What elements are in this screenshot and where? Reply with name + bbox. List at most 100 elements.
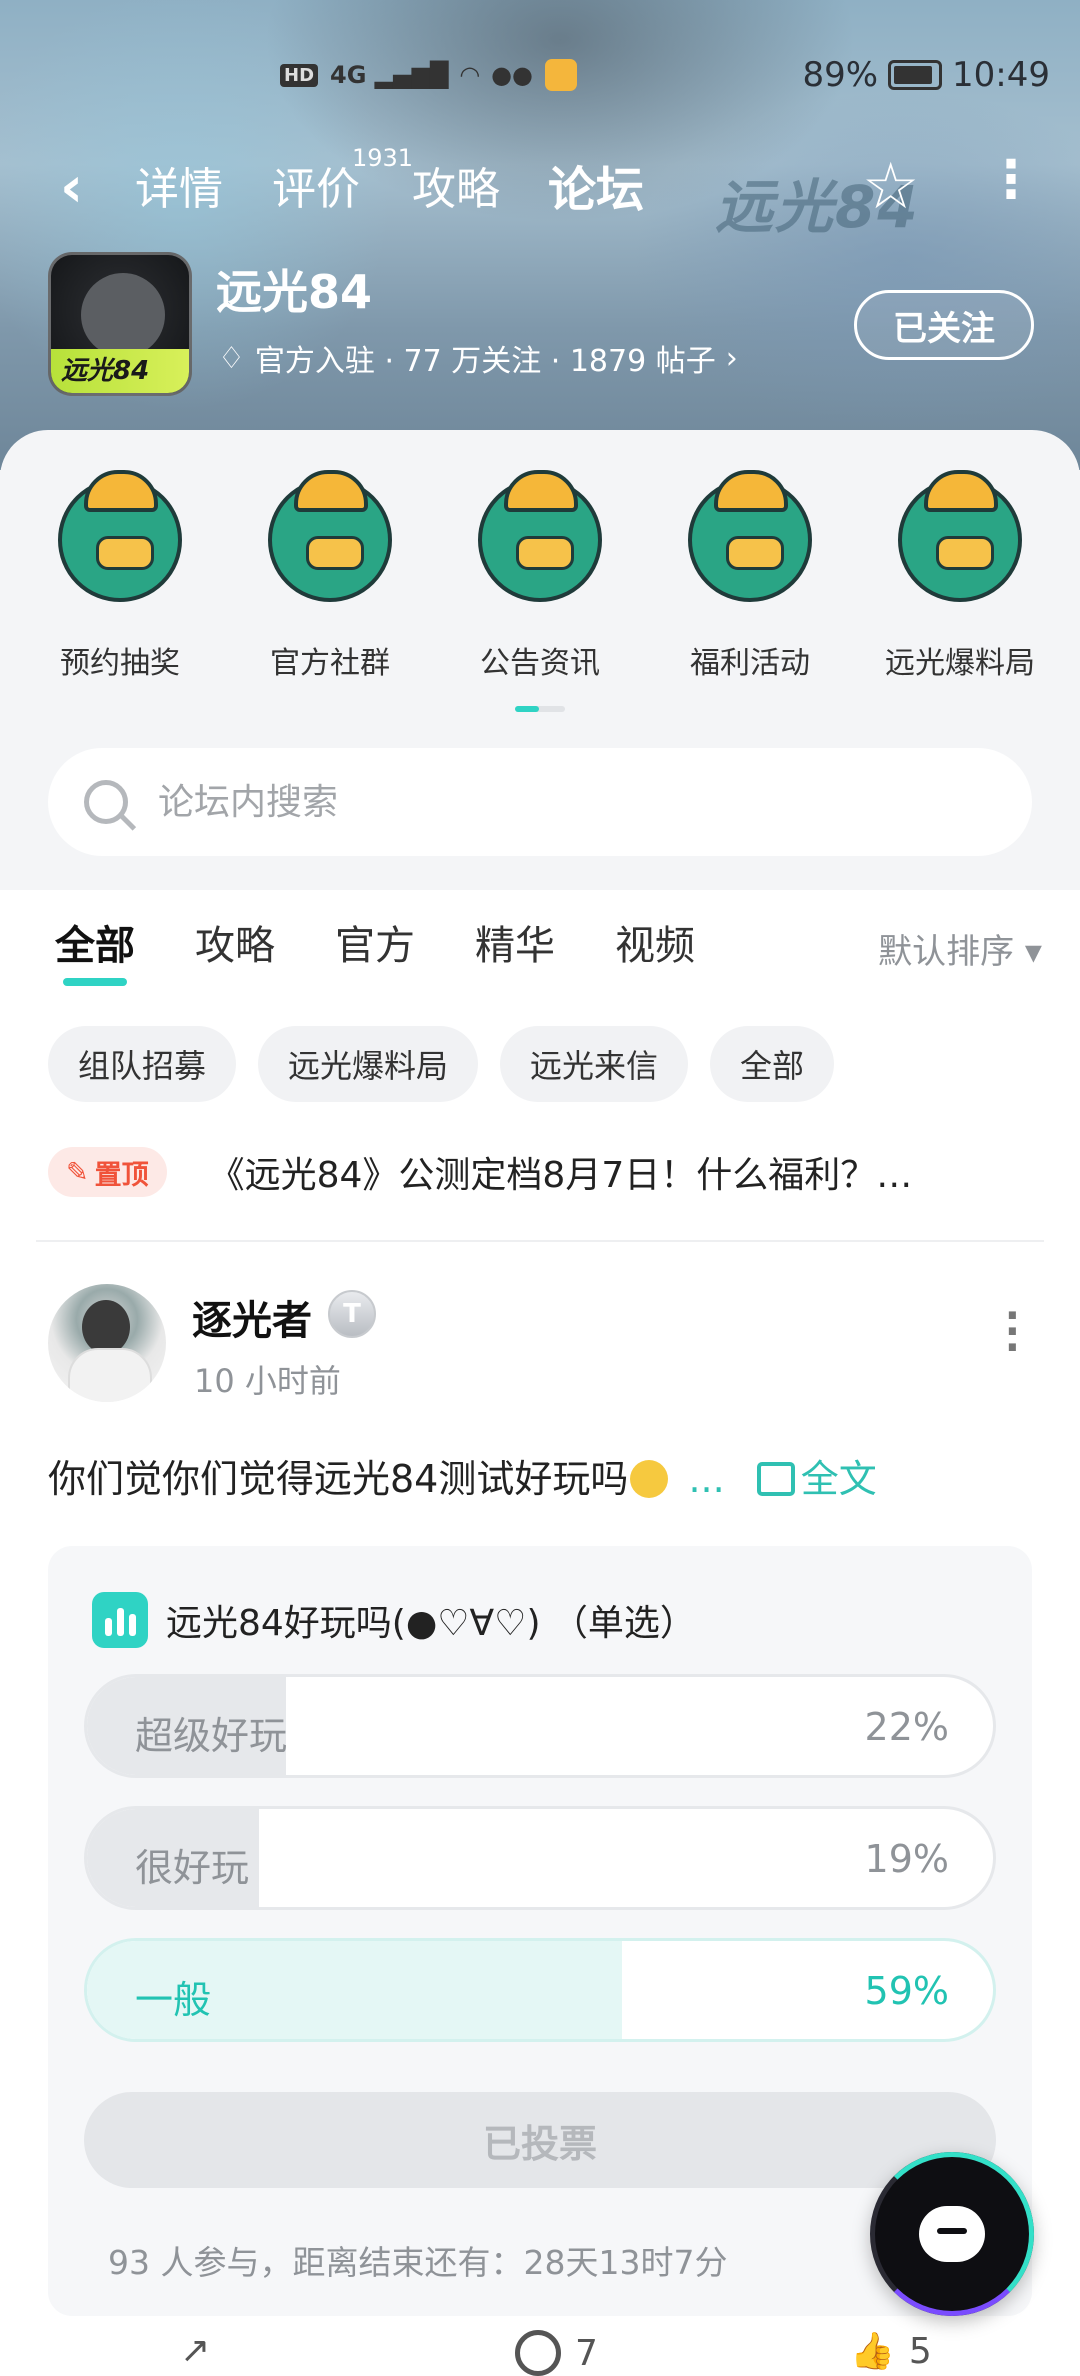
bar-chart-icon xyxy=(92,1592,148,1648)
mascot-icon xyxy=(58,470,182,602)
chip-letters[interactable]: 远光来信 xyxy=(500,1026,689,1102)
game-app-icon[interactable]: 远光84 xyxy=(48,252,192,396)
chip-all[interactable]: 全部 xyxy=(710,1026,835,1102)
pinned-badge: ✎ 置顶 xyxy=(48,1147,167,1197)
pinned-post[interactable]: ✎ 置顶 《远光84》公测定档8月7日！什么福利？… xyxy=(48,1142,1032,1202)
comment-count: 7 xyxy=(575,2332,598,2374)
comment-button[interactable]: 7 xyxy=(515,2330,598,2376)
chat-floating-button[interactable] xyxy=(870,2152,1034,2316)
chip-leaks[interactable]: 远光爆料局 xyxy=(258,1026,479,1102)
share-icon: ↗ xyxy=(180,2330,211,2371)
tab-reviews[interactable]: 评价 xyxy=(272,160,360,220)
game-meta-text: 官方入驻 · 77 万关注 · 1879 帖子 xyxy=(254,344,716,379)
pinned-badge-label: 置顶 xyxy=(94,1159,149,1191)
chevron-right-icon: › xyxy=(725,340,738,376)
poll-option[interactable]: 超级好玩 22% xyxy=(84,1674,996,1778)
game-name: 远光84 xyxy=(216,265,373,319)
pin-icon: ✎ xyxy=(66,1156,89,1188)
forum-panel: 预约抽奖 官方社群 公告资讯 福利活动 远光爆料局 xyxy=(0,430,1080,890)
tab-details[interactable]: 详情 xyxy=(135,160,223,220)
full-text-link[interactable]: 全文 xyxy=(756,1457,877,1501)
divider xyxy=(36,1240,1044,1242)
mascot-icon xyxy=(688,470,812,602)
poll-option-percent: 59% xyxy=(864,1969,949,2013)
post-time: 10 小时前 xyxy=(194,1362,341,1400)
category-label: 官方社群 xyxy=(270,646,390,681)
poll-option-percent: 19% xyxy=(864,1837,949,1881)
diamond-icon: ♢ xyxy=(218,340,245,376)
poll-option[interactable]: 很好玩 19% xyxy=(84,1806,996,1910)
post-text-content: 你们觉你们觉得远光84测试好玩吗 xyxy=(48,1457,629,1501)
category-community[interactable]: 官方社群 xyxy=(230,470,430,682)
cellular-signal-icon: 4G ▂▄▆█ xyxy=(330,61,449,89)
category-benefits[interactable]: 福利活动 xyxy=(650,470,850,682)
status-bar-left: HD 4G ▂▄▆█ ◠ ●● xyxy=(280,52,577,98)
poll-option-selected[interactable]: 一般 59% xyxy=(84,1938,996,2042)
feed-tab-all[interactable]: 全部 xyxy=(55,916,135,986)
game-meta[interactable]: ♢ 官方入驻 · 77 万关注 · 1879 帖子 › xyxy=(218,336,738,380)
voted-button[interactable]: 已投票 xyxy=(84,2092,996,2188)
ellipsis: ... xyxy=(688,1457,725,1501)
clock: 10:49 xyxy=(952,55,1050,95)
sort-label: 默认排序 xyxy=(878,932,1015,972)
category-announcements[interactable]: 公告资讯 xyxy=(440,470,640,682)
feed-tab-official[interactable]: 官方 xyxy=(335,916,415,986)
back-arrow-icon[interactable]: ‹ xyxy=(60,158,83,218)
like-button[interactable]: 👍 5 xyxy=(850,2330,932,2373)
category-lottery[interactable]: 预约抽奖 xyxy=(20,470,220,682)
wifi-icon: ◠ xyxy=(460,61,480,89)
battery-percent: 89% xyxy=(802,55,879,95)
tab-guides[interactable]: 攻略 xyxy=(412,160,500,220)
poll-option-label: 一般 xyxy=(135,1978,212,2022)
poll-title: 远光84好玩吗(●♡∀♡) （单选） xyxy=(166,1603,696,1644)
feed-filter-tabs: 全部 攻略 官方 精华 视频 xyxy=(55,916,695,986)
sort-dropdown[interactable]: 默认排序 ▾ xyxy=(878,924,1042,973)
thumbs-up-icon: 👍 xyxy=(850,2331,895,2372)
forum-search-bar[interactable] xyxy=(48,748,1032,856)
feed-tab-featured[interactable]: 精华 xyxy=(475,916,555,986)
top-nav: ‹ 详情 评价 1931 攻略 论坛 远光84 ☆ ⋮ xyxy=(0,144,1080,241)
hd-icon: HD xyxy=(280,63,319,87)
favorite-star-icon[interactable]: ☆ xyxy=(862,150,919,224)
poll-footer: 93 人参与，距离结束还有：28天13时7分 xyxy=(108,2243,728,2282)
topic-chips: 组队招募 远光爆料局 远光来信 全部 xyxy=(48,1026,835,1102)
smile-emoji-icon xyxy=(630,1460,669,1498)
search-icon xyxy=(84,780,128,824)
poll-option-label: 很好玩 xyxy=(135,1846,250,1890)
chat-bubble-icon xyxy=(919,2206,985,2262)
mascot-icon xyxy=(268,470,392,602)
category-shortcuts: 预约抽奖 官方社群 公告资讯 福利活动 远光爆料局 xyxy=(0,470,1080,682)
comment-icon xyxy=(515,2330,561,2376)
follow-button[interactable]: 已关注 xyxy=(854,290,1034,360)
image-icon xyxy=(756,1462,795,1496)
category-label: 远光爆料局 xyxy=(885,646,1035,681)
feed-tab-video[interactable]: 视频 xyxy=(615,916,695,986)
category-leaks[interactable]: 远光爆料局 xyxy=(860,470,1060,682)
status-bar-right: 89% 10:49 xyxy=(802,52,1050,98)
search-input[interactable] xyxy=(158,781,958,823)
reviews-count: 1931 xyxy=(352,144,414,172)
share-button[interactable]: ↗ xyxy=(180,2330,210,2371)
post-text[interactable]: 你们觉你们觉得远光84测试好玩吗 ... 全文 xyxy=(48,1448,877,1503)
like-count: 5 xyxy=(908,2330,932,2372)
game-header-banner: HD 4G ▂▄▆█ ◠ ●● 89% 10:49 ‹ 详情 评价 1931 攻… xyxy=(0,0,1080,470)
author-name[interactable]: 逐光者 xyxy=(192,1288,312,1346)
avatar[interactable] xyxy=(48,1284,166,1402)
mascot-megaphone-icon xyxy=(898,470,1022,602)
game-info: 远光84 远光84 ♢ 官方入驻 · 77 万关注 · 1879 帖子 › 已关… xyxy=(48,252,1048,396)
poll-header: 远光84好玩吗(●♡∀♡) （单选） xyxy=(92,1592,696,1648)
poll-option-percent: 22% xyxy=(864,1705,949,1749)
category-label: 福利活动 xyxy=(690,646,810,681)
post-feed: 全部 攻略 官方 精华 视频 默认排序 ▾ 组队招募 远光爆料局 远光来信 全部… xyxy=(0,890,1080,2376)
more-vertical-icon[interactable]: ⋮ xyxy=(985,150,1037,210)
pinned-title: 《远光84》公测定档8月7日！什么福利？… xyxy=(208,1155,913,1196)
category-scroll-indicator xyxy=(515,706,565,712)
battery-icon xyxy=(888,60,943,90)
feed-tab-guides[interactable]: 攻略 xyxy=(195,916,275,986)
caret-down-icon: ▾ xyxy=(1024,932,1042,972)
post-action-bar: ↗ 7 👍 5 xyxy=(0,2330,1080,2376)
category-label: 公告资讯 xyxy=(480,646,600,681)
tab-forum[interactable]: 论坛 xyxy=(548,160,645,226)
more-options-icon[interactable]: · · · xyxy=(1005,1296,1020,1368)
chip-team-recruit[interactable]: 组队招募 xyxy=(48,1026,237,1102)
